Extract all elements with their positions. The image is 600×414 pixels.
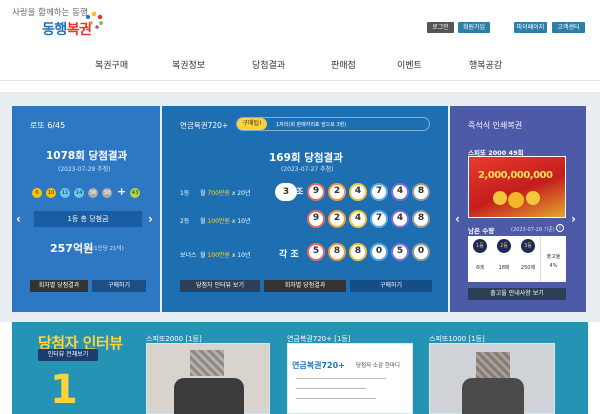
pension-bonus-digit-3: 8 <box>349 243 367 261</box>
pension-bonus-digit-4: 0 <box>370 243 388 261</box>
interview-photo-3-figure <box>462 378 524 414</box>
instant-coins-icon <box>493 191 540 208</box>
login-button[interactable]: 로그인 <box>427 22 454 33</box>
instant-prize-col-2: 2등 18매 <box>492 236 516 282</box>
pension-desc-2: 월 100만원 x 10년 <box>200 218 251 225</box>
interview-photo-1-figure <box>174 378 244 414</box>
instant-rank-3-badge: 3등 <box>521 239 535 253</box>
instant-ratio-label: 출고율 <box>546 254 561 260</box>
nav-item-event[interactable]: 이벤트 <box>397 58 422 71</box>
nav-item-happy[interactable]: 행복공감 <box>469 58 502 71</box>
instant-prize-col-1: 1등 6매 <box>468 236 492 282</box>
lotto-ball-3: 11 <box>60 188 70 198</box>
pension-desc-bonus: 월 100만원 x 10년 <box>200 252 251 259</box>
pension-results-button[interactable]: 회차별 당첨결과 <box>264 280 346 292</box>
interview-all-button[interactable]: 인터뷰 전체보기 <box>38 349 98 361</box>
instant-notice-button[interactable]: 출고율 안내사항 보기 <box>468 288 566 300</box>
instant-prev-arrow-icon[interactable]: ‹ <box>455 212 460 226</box>
instant-rank-1-count: 6매 <box>476 265 484 271</box>
nav-item-info[interactable]: 복권정보 <box>172 58 205 71</box>
lotto-bonus-ball: 43 <box>130 188 140 198</box>
pension-group-unit: 조 <box>296 187 304 196</box>
nav-item-results[interactable]: 당첨결과 <box>252 58 285 71</box>
pension-2nd-digit-6: 8 <box>412 210 430 228</box>
nav-divider <box>0 80 600 81</box>
instant-remain-label: 남은 수량 <box>468 227 495 235</box>
lotto-first-prize-label: 1등 총 당첨금 <box>34 211 142 227</box>
interview-card-2-logo: 연금복권720+ <box>292 361 345 370</box>
pension-2nd-digit-1: 9 <box>307 210 325 228</box>
instant-jackpot: 2,000,000,000 <box>478 170 553 181</box>
instant-title: 즉석식 인쇄복권 <box>468 121 523 130</box>
lotto-next-arrow-icon[interactable]: › <box>148 212 153 226</box>
pension-tip-badge: 구매팁! <box>237 118 267 130</box>
logo-burst-icon <box>86 11 103 29</box>
pension-1st-digit-6: 8 <box>412 183 430 201</box>
interview-card-2-text: 당첨자 소감 한마디 <box>356 363 400 369</box>
lotto-ball-4: 14 <box>74 188 84 198</box>
join-button[interactable]: 회원가입 <box>458 22 490 33</box>
pension-1st-digit-3: 4 <box>349 183 367 201</box>
pension-1st-digit-2: 2 <box>328 183 346 201</box>
instant-next-arrow-icon[interactable]: › <box>571 212 576 226</box>
nav-item-buy[interactable]: 복권구매 <box>95 58 128 71</box>
lotto-ball-1: 6 <box>32 188 42 198</box>
pension-interview-button[interactable]: 당첨자 인터뷰 보기 <box>180 280 260 292</box>
interview-card-2-line-2 <box>296 388 366 389</box>
interview-card-2-line-3 <box>296 398 376 399</box>
nav-item-stores[interactable]: 판매점 <box>331 58 356 71</box>
customer-center-button[interactable]: 고객센터 <box>552 22 585 33</box>
pension-desc-1: 월 700만원 x 20년 <box>200 190 251 197</box>
pension-1st-digit-1: 9 <box>307 183 325 201</box>
pension-2nd-digit-5: 4 <box>391 210 409 228</box>
pension-1st-digit-4: 7 <box>370 183 388 201</box>
interview-one-graphic: 1 <box>50 367 78 413</box>
instant-prize-col-3: 3등 250매 <box>516 236 540 282</box>
pension-2nd-digit-2: 2 <box>328 210 346 228</box>
lotto-prize-amount: 257억원 <box>50 242 94 255</box>
lotto-buy-button[interactable]: 구매하기 <box>92 280 146 292</box>
pension-rank-1: 1등 <box>180 190 190 197</box>
instant-remain-date: (2023-07-28 기준) <box>511 227 555 233</box>
pension-bonus-digit-5: 5 <box>391 243 409 261</box>
pension-date: (2023-07-27 추첨) <box>281 166 334 173</box>
lotto-plus: + <box>117 185 127 198</box>
pension-2nd-digit-4: 7 <box>370 210 388 228</box>
instant-rank-1-badge: 1등 <box>473 239 487 253</box>
instant-rank-2-count: 18매 <box>498 265 510 271</box>
pension-2nd-digit-3: 4 <box>349 210 367 228</box>
lotto-date: (2023-07-29 추첨) <box>58 166 111 173</box>
pension-round: 169회 당첨결과 <box>269 152 343 164</box>
pension-bonus-digit-1: 5 <box>307 243 325 261</box>
pension-rank-bonus: 보너스 <box>180 252 197 259</box>
lotto-round: 1078회 당첨결과 <box>46 150 128 162</box>
instant-ratio-col: 출고율 4% <box>540 236 566 282</box>
pension-buy-button[interactable]: 구매하기 <box>350 280 432 292</box>
interview-photo-3-blur <box>476 352 510 378</box>
lotto-ball-6: 38 <box>102 188 112 198</box>
mypage-button[interactable]: 마이페이지 <box>514 22 547 33</box>
lotto-ball-2: 10 <box>46 188 56 198</box>
interview-photo-1-blur <box>190 350 224 376</box>
pension-title: 연금복권720+ <box>180 121 229 130</box>
lotto-prize-detail: (1인당 21억) <box>92 246 124 252</box>
instant-rank-2-badge: 2등 <box>497 239 511 253</box>
logo-tagline: 사랑을 함께하는 동행 <box>12 8 88 18</box>
pension-tip-text: 1자리(회 판매자리표 앞으로 3장) <box>276 122 347 128</box>
lotto-prev-arrow-icon[interactable]: ‹ <box>16 212 21 226</box>
pension-group-badge: 3 <box>275 183 297 201</box>
lotto-results-button[interactable]: 회차별 당첨결과 <box>30 280 88 292</box>
pension-1st-digit-5: 4 <box>391 183 409 201</box>
pension-bonus-digit-6: 0 <box>412 243 430 261</box>
lotto-title: 로또 6/45 <box>30 121 66 130</box>
pension-bonus-digit-2: 8 <box>328 243 346 261</box>
instant-info-icon[interactable]: i <box>556 224 564 232</box>
instant-ratio-value: 4% <box>549 263 558 269</box>
lotto-ball-5: 36 <box>88 188 98 198</box>
pension-bonus-group: 각 조 <box>279 250 299 260</box>
pension-rank-2: 2등 <box>180 218 190 225</box>
interview-card-2-line-1 <box>296 378 386 379</box>
instant-rank-3-count: 250매 <box>520 265 536 271</box>
logo-text-a: 동행 <box>42 22 67 38</box>
